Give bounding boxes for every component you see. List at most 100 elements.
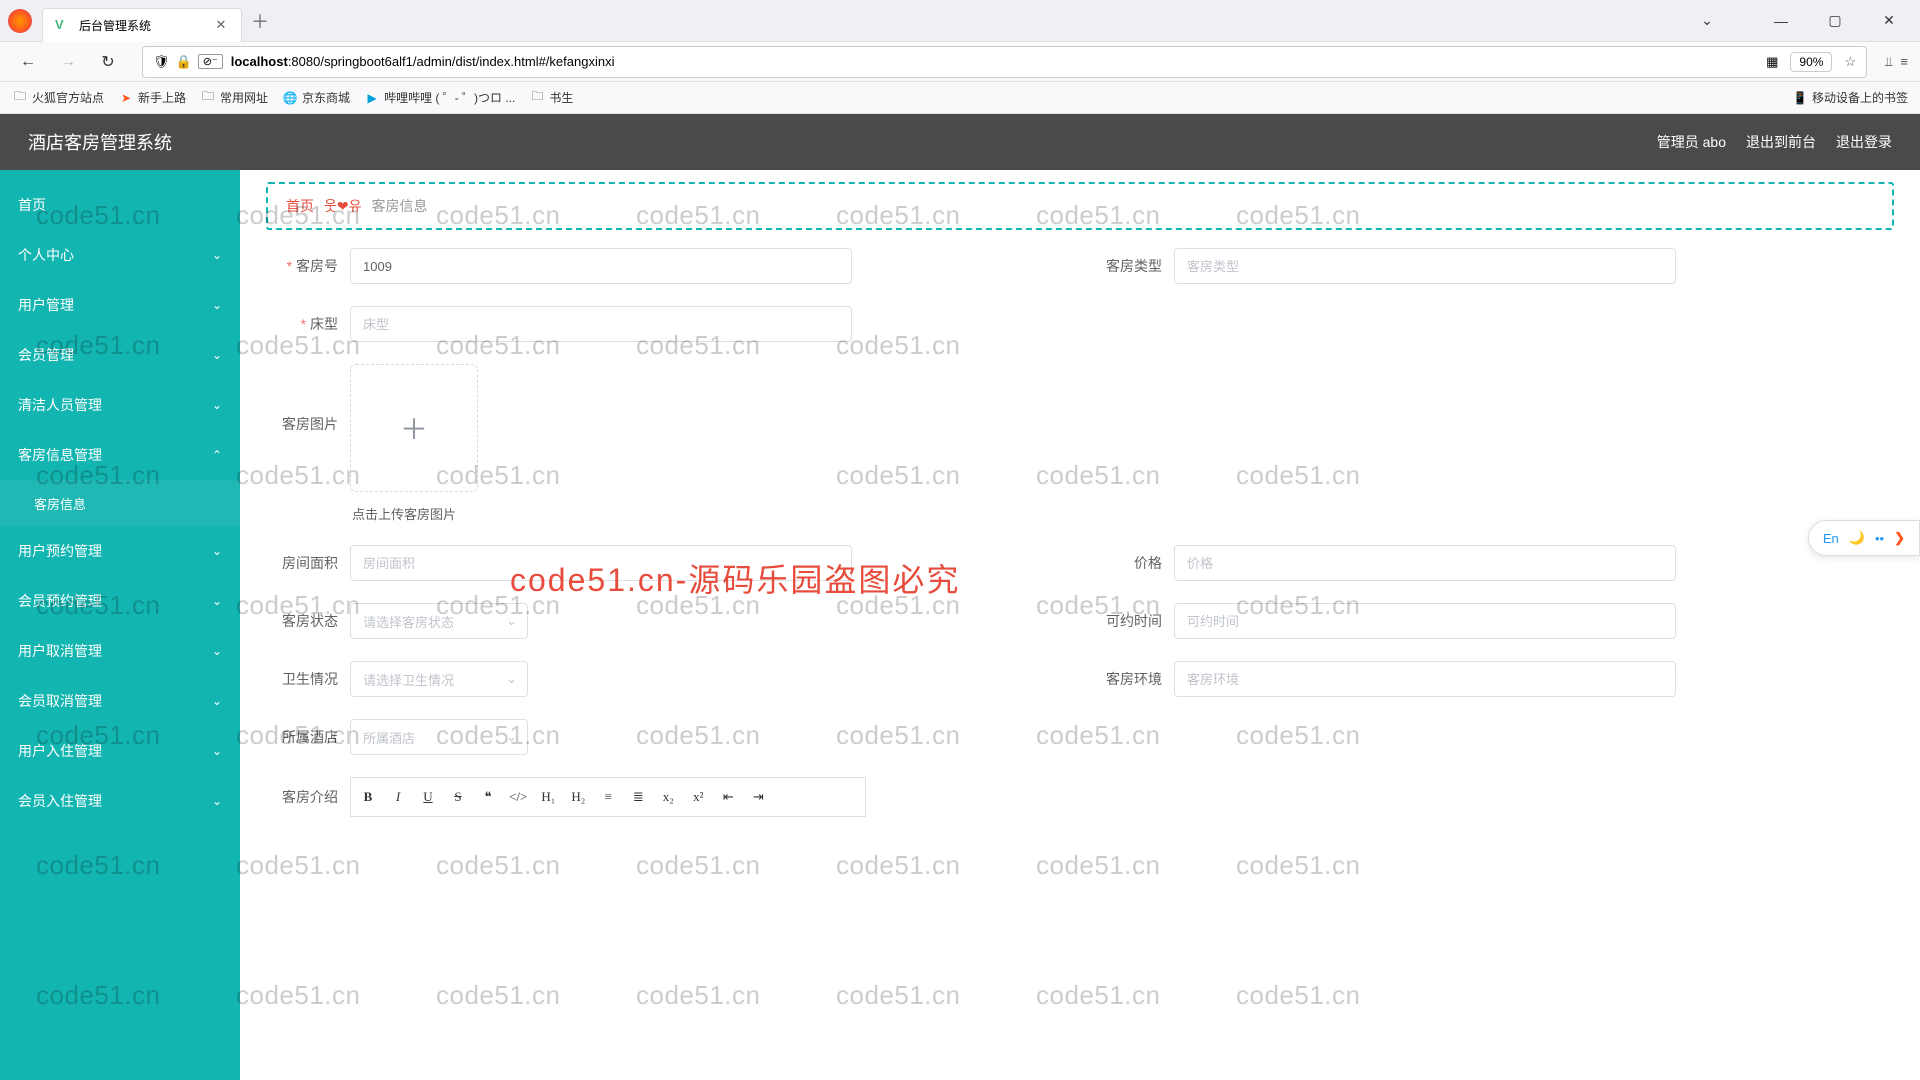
rt-outdent-icon[interactable]: ⇤ [719,789,737,805]
rt-h1-icon[interactable]: H₁ [539,789,557,805]
input-area[interactable] [350,545,852,581]
breadcrumb-home[interactable]: 首页 [286,196,314,216]
mobile-icon: 📱 [1792,90,1808,106]
label-hotel: 所属酒店 [276,727,350,747]
tab-close-icon[interactable]: ✕ [213,17,229,33]
header-to-front[interactable]: 退出到前台 [1746,132,1816,152]
sidebar-item-profile[interactable]: 个人中心⌄ [0,230,240,280]
sidebar-item-home[interactable]: 首页 [0,180,240,230]
bookmark-item[interactable]: 🗀书生 [529,89,573,106]
rich-text-toolbar: B I U S ❝ </> H₁ H₂ ≡ ≣ x₂ x² ⇤ ⇥ [350,777,866,817]
upload-hint: 点击上传客房图片 [352,504,478,523]
rt-italic-icon[interactable]: I [389,789,407,805]
bookmark-item[interactable]: ▶哔哩哔哩 ( ゜- ゜)つロ ... [364,89,515,106]
input-room-no[interactable] [350,248,852,284]
main-content: 首页 웃❤유 客房信息 客房号 客房类型 床型 [240,170,1920,1080]
input-avail[interactable] [1174,603,1676,639]
sidebar-item-member-cancel[interactable]: 会员取消管理⌄ [0,676,240,726]
input-env[interactable] [1174,661,1676,697]
plus-icon: ＋ [400,408,428,448]
rt-strike-icon[interactable]: S [449,789,467,805]
rt-sup-icon[interactable]: x² [689,789,707,805]
dots-icon[interactable]: •• [1875,531,1884,546]
bookmark-item[interactable]: 🗀火狐官方站点 [12,89,104,106]
qr-icon[interactable]: ▦ [1766,54,1778,70]
bookmark-star-icon[interactable]: ☆ [1844,54,1856,70]
label-clean: 卫生情况 [276,669,350,689]
bookmark-item[interactable]: 🌐京东商城 [282,89,350,106]
sidebar-item-member-checkin[interactable]: 会员入住管理⌄ [0,776,240,826]
window-maximize-button[interactable]: ▢ [1812,5,1858,37]
label-status: 客房状态 [276,611,350,631]
rt-indent-icon[interactable]: ⇥ [749,789,767,805]
mobile-bookmarks[interactable]: 📱移动设备上的书签 [1792,89,1908,106]
ime-lang[interactable]: En [1823,531,1839,546]
sidebar-subitem-room-info[interactable]: 客房信息 [0,480,240,526]
vue-icon: V [55,17,71,33]
permission-icon[interactable]: ⊘⁻ [198,54,223,69]
browser-tab[interactable]: V 后台管理系统 ✕ [42,8,242,42]
sidebar-item-cleaners[interactable]: 清洁人员管理⌄ [0,380,240,430]
back-button[interactable]: ← [12,46,44,78]
rt-ol-icon[interactable]: ≡ [599,789,617,805]
sidebar-item-user-booking[interactable]: 用户预约管理⌄ [0,526,240,576]
label-room-type: 客房类型 [1100,256,1174,276]
bookmark-item[interactable]: 🗀常用网址 [200,89,268,106]
sidebar: 首页 个人中心⌄ 用户管理⌄ 会员管理⌄ 清洁人员管理⌄ 客房信息管理⌃ 客房信… [0,170,240,1080]
new-tab-button[interactable]: ＋ [246,7,274,35]
bookmark-item[interactable]: ➤新手上路 [118,89,186,106]
label-room-no: 客房号 [276,256,350,276]
ime-float-widget[interactable]: En 🌙 •• ❯ [1808,520,1920,556]
chevron-down-icon: ⌄ [212,594,222,608]
header-logout[interactable]: 退出登录 [1836,132,1892,152]
input-room-type[interactable] [1174,248,1676,284]
arrow-right-icon[interactable]: ❯ [1894,530,1905,546]
reload-button[interactable]: ↻ [92,46,124,78]
rt-sub-icon[interactable]: x₂ [659,789,677,805]
window-close-button[interactable]: ✕ [1866,5,1912,37]
forward-button[interactable]: → [52,46,84,78]
url-host: localhost [231,54,288,69]
label-env: 客房环境 [1100,669,1174,689]
rt-quote-icon[interactable]: ❝ [479,789,497,805]
label-intro: 客房介绍 [276,787,350,807]
breadcrumb: 首页 웃❤유 客房信息 [266,182,1894,230]
rt-code-icon[interactable]: </> [509,789,527,805]
label-avail: 可约时间 [1100,611,1174,631]
upload-box[interactable]: ＋ [350,364,478,492]
chevron-down-icon: ⌄ [212,348,222,362]
zoom-indicator[interactable]: 90% [1790,52,1832,72]
select-status[interactable]: 请选择客房状态 [350,603,528,639]
app-menu-icon[interactable]: ≡ [1900,54,1908,69]
rt-underline-icon[interactable]: U [419,789,437,805]
tabs-dropdown-icon[interactable]: ⌄ [1684,5,1730,37]
sidebar-item-user-checkin[interactable]: 用户入住管理⌄ [0,726,240,776]
rt-ul-icon[interactable]: ≣ [629,789,647,805]
address-bar[interactable]: 🛡 🔒 ⊘⁻ localhost:8080/springboot6alf1/ad… [142,46,1867,78]
input-price[interactable] [1174,545,1676,581]
label-area: 房间面积 [276,553,350,573]
window-minimize-button[interactable]: — [1758,5,1804,37]
label-image: 客房图片 [276,364,350,434]
chevron-down-icon: ⌄ [212,544,222,558]
sidebar-item-member-booking[interactable]: 会员预约管理⌄ [0,576,240,626]
select-clean[interactable]: 请选择卫生情况 [350,661,528,697]
select-hotel[interactable]: 所属酒店 [350,719,528,755]
chevron-down-icon: ⌄ [212,694,222,708]
extensions-icon[interactable]: ⫫ [1885,54,1892,70]
header-user[interactable]: 管理员 abo [1657,132,1726,152]
chevron-down-icon: ⌄ [212,298,222,312]
folder-icon: 🗀 [200,90,216,106]
chevron-down-icon: ⌄ [212,744,222,758]
sidebar-item-user-cancel[interactable]: 用户取消管理⌄ [0,626,240,676]
app-title: 酒店客房管理系统 [28,129,172,155]
bookmarks-bar: 🗀火狐官方站点 ➤新手上路 🗀常用网址 🌐京东商城 ▶哔哩哔哩 ( ゜- ゜)つ… [0,82,1920,114]
input-bed[interactable] [350,306,852,342]
sidebar-item-rooms[interactable]: 客房信息管理⌃ [0,430,240,480]
sidebar-item-users[interactable]: 用户管理⌄ [0,280,240,330]
sidebar-item-members[interactable]: 会员管理⌄ [0,330,240,380]
rt-h2-icon[interactable]: H₂ [569,789,587,805]
moon-icon[interactable]: 🌙 [1849,530,1865,546]
folder-icon: 🗀 [529,90,545,106]
rt-bold-icon[interactable]: B [359,789,377,805]
